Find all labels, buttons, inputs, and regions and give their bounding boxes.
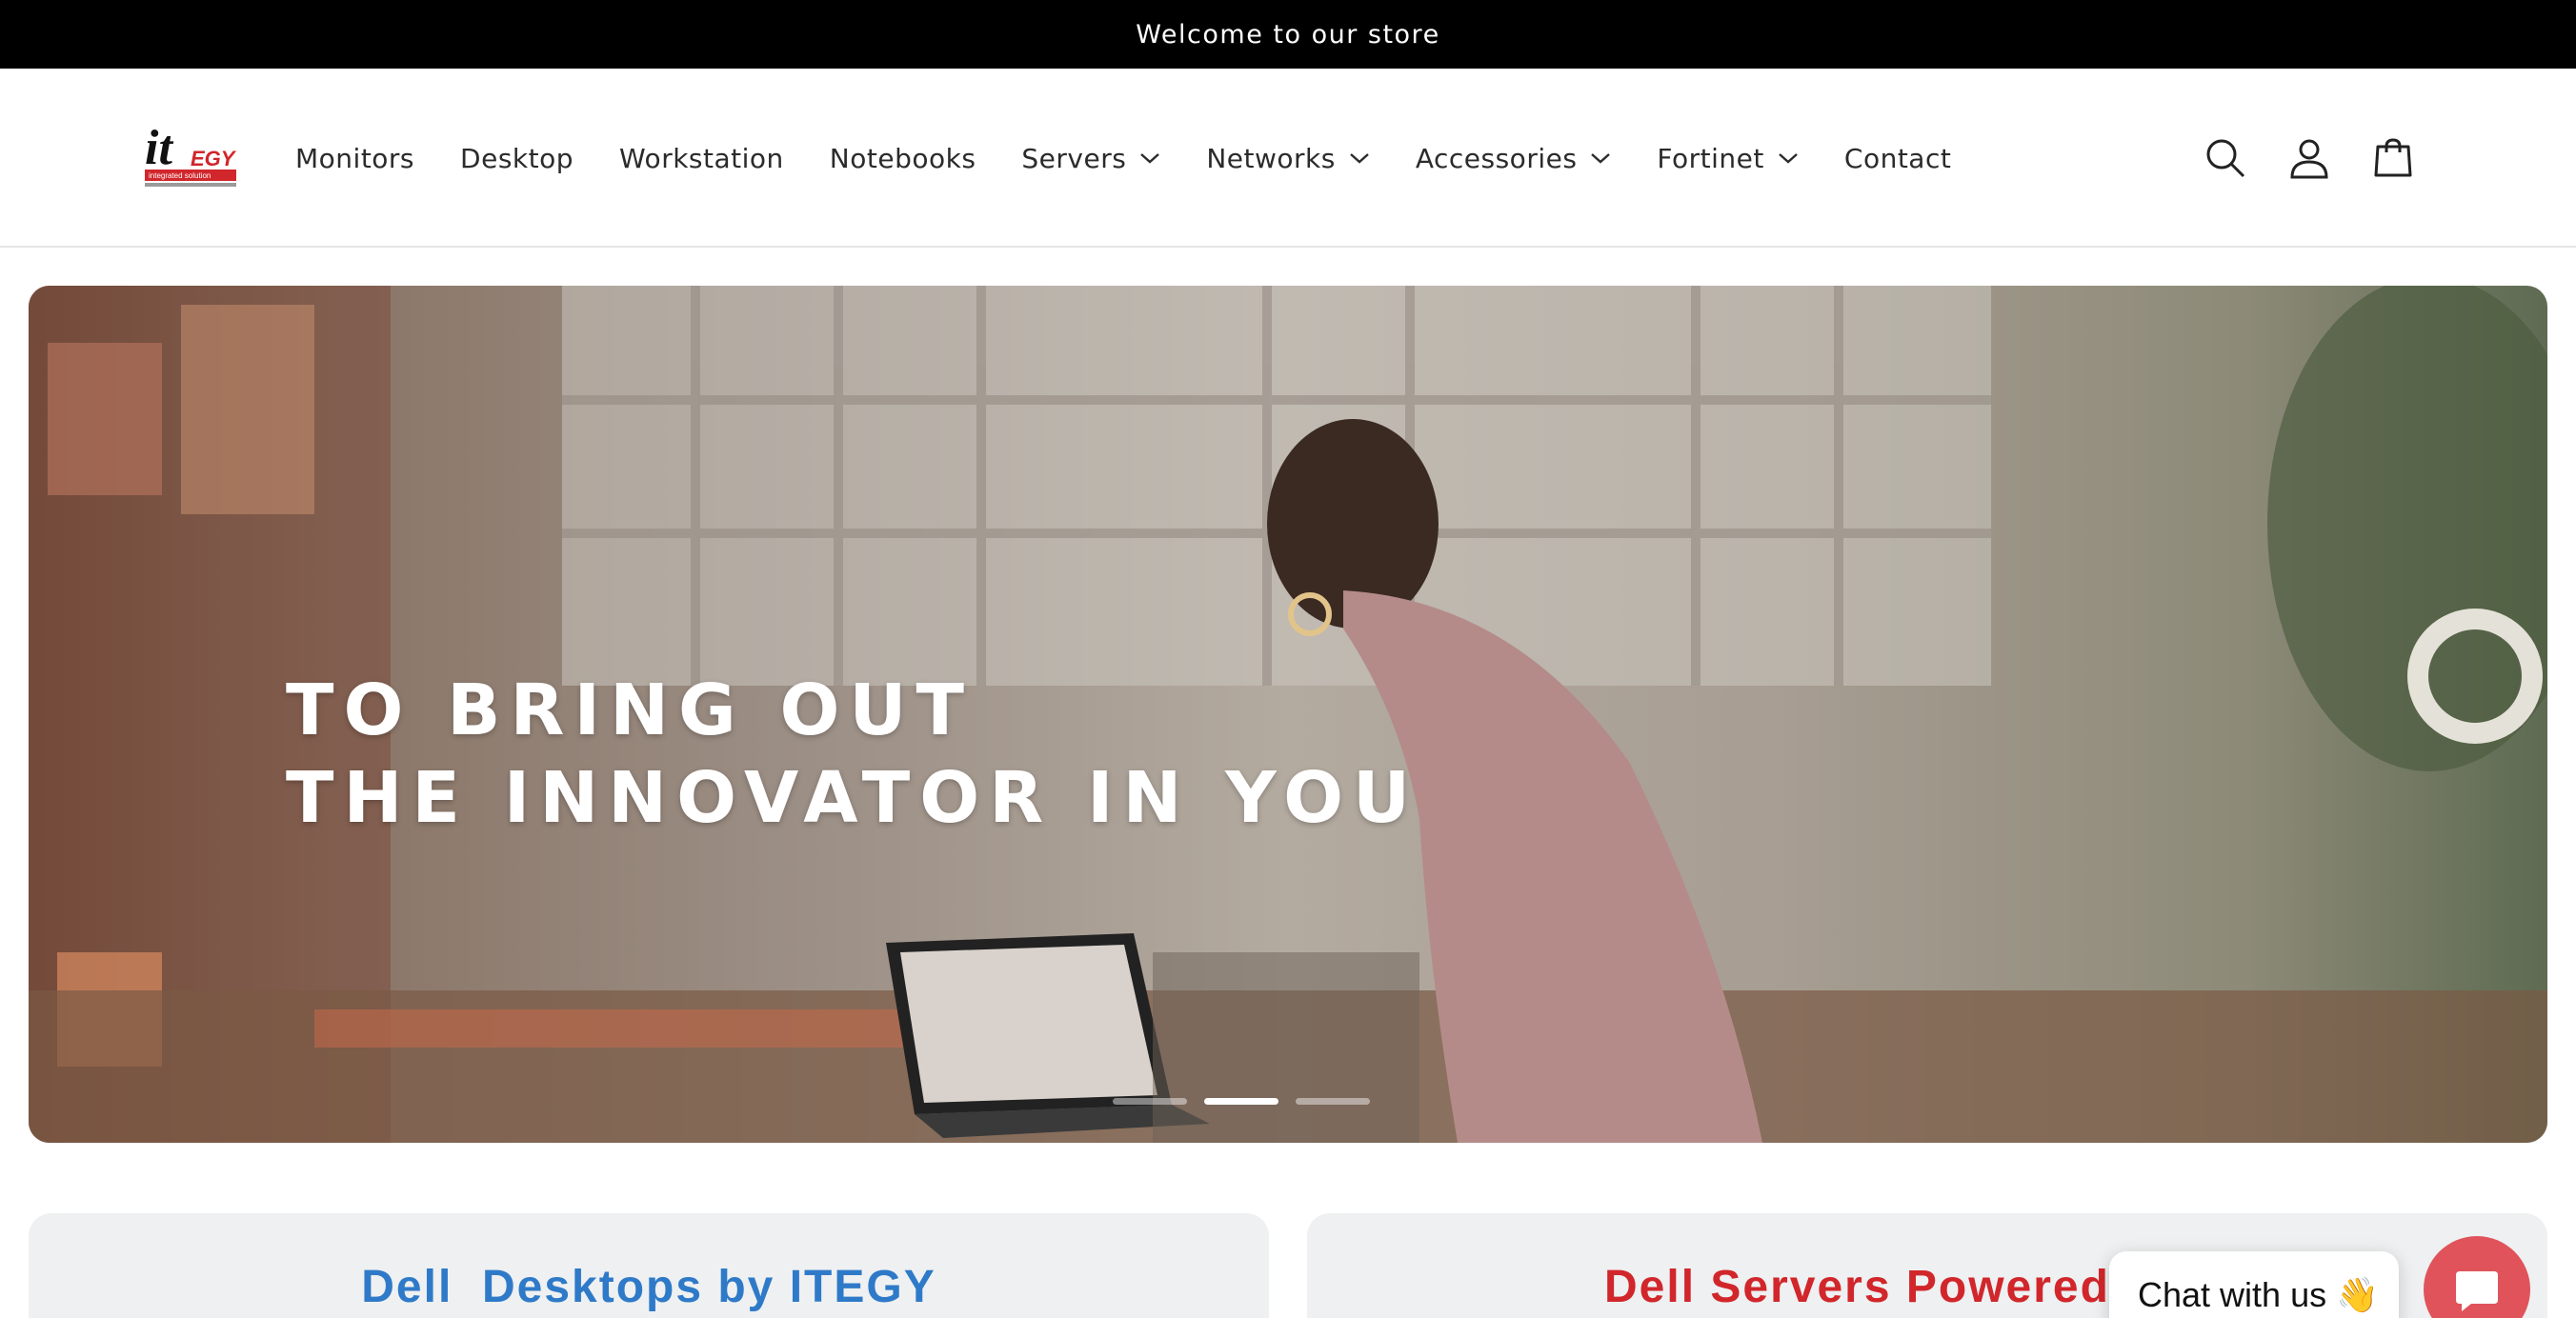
nav-item-accessories[interactable]: Accessories — [1416, 143, 1612, 174]
chat-prompt-bubble[interactable]: Chat with us 👋 — [2109, 1251, 2399, 1318]
chevron-down-icon — [1779, 153, 1798, 164]
account-icon — [2290, 139, 2328, 179]
main-nav: Monitors Desktop Workstation Notebooks S… — [295, 69, 1997, 248]
promo-card-desktops[interactable]: Dell Desktops by ITEGY — [29, 1213, 1269, 1318]
nav-item-networks[interactable]: Networks — [1206, 143, 1370, 174]
nav-item-servers[interactable]: Servers — [1021, 143, 1160, 174]
nav-item-desktop[interactable]: Desktop — [460, 143, 574, 174]
nav-item-workstation[interactable]: Workstation — [619, 143, 784, 174]
hero-banner[interactable]: TO BRING OUT THE INNOVATOR IN YOU — [29, 286, 2547, 1143]
nav-item-notebooks[interactable]: Notebooks — [830, 143, 976, 174]
hero-headline: TO BRING OUT THE INNOVATOR IN YOU — [286, 667, 1419, 842]
logo-secondary-text: EGY — [191, 147, 237, 170]
promo-card-title: Dell Servers Powered — [1604, 1262, 2110, 1312]
logo-primary-text: it — [145, 121, 173, 175]
search-button[interactable] — [2195, 128, 2256, 189]
logo-tagline: integrated solution — [149, 171, 211, 180]
nav-item-monitors[interactable]: Monitors — [295, 143, 414, 174]
header-icons — [2172, 128, 2424, 189]
hero-line-1: TO BRING OUT — [286, 669, 974, 751]
chat-icon — [2456, 1271, 2498, 1311]
slideshow-dots — [1113, 1098, 1387, 1105]
chevron-down-icon — [1140, 153, 1160, 164]
cart-button[interactable] — [2363, 128, 2424, 189]
search-icon — [2206, 139, 2245, 178]
announcement-text: Welcome to our store — [1136, 19, 1440, 50]
site-header: it EGY integrated solution Monitors Desk… — [0, 69, 2576, 248]
hero-line-2: THE INNOVATOR IN YOU — [286, 757, 1420, 839]
chevron-down-icon — [1350, 153, 1369, 164]
slide-dot-2[interactable] — [1204, 1098, 1278, 1105]
announcement-bar: Welcome to our store — [0, 0, 2576, 69]
chat-prompt-label: Chat with us 👋 — [2138, 1275, 2379, 1314]
nav-item-contact[interactable]: Contact — [1844, 143, 1951, 174]
slide-dot-3[interactable] — [1296, 1098, 1370, 1105]
cart-icon — [2374, 138, 2412, 177]
account-button[interactable] — [2279, 128, 2340, 189]
store-logo[interactable]: it EGY integrated solution — [143, 120, 242, 194]
chevron-down-icon — [1591, 153, 1611, 164]
nav-item-fortinet[interactable]: Fortinet — [1657, 143, 1798, 174]
slide-dot-1[interactable] — [1113, 1098, 1187, 1105]
promo-card-title: Dell Desktops by ITEGY — [361, 1262, 936, 1312]
